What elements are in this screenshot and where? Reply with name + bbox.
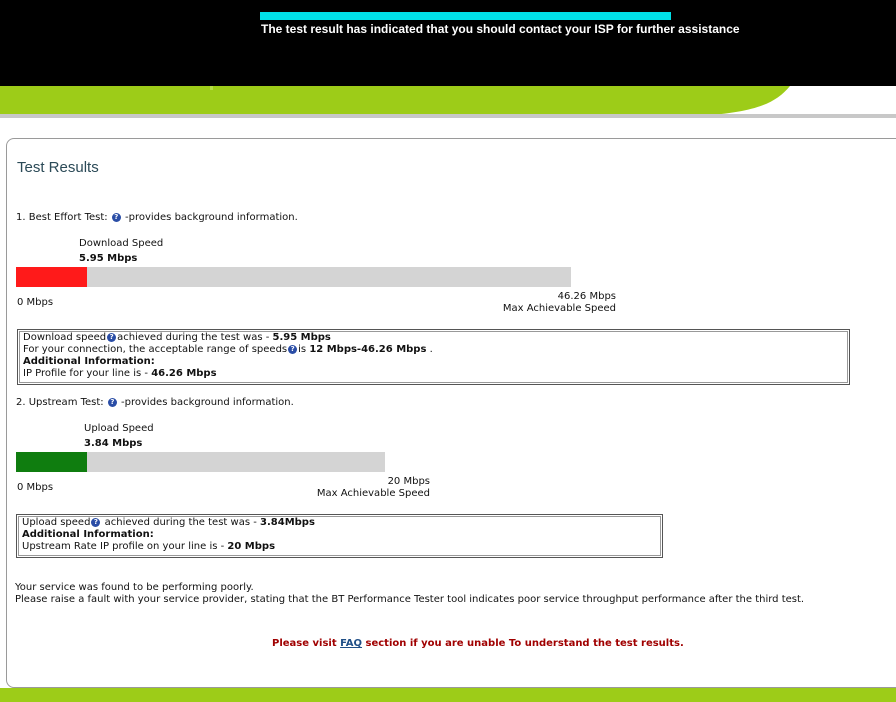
faq-prefix: Please visit — [272, 638, 341, 649]
download-achieved-value: 5.95 Mbps — [272, 332, 331, 343]
banner-message: The test result has indicated that you s… — [261, 22, 740, 36]
download-info-line2-mid: is — [298, 344, 310, 355]
upload-speed-value: 3.84 Mbps — [84, 438, 143, 449]
download-info-line1-mid: achieved during the test was - — [117, 332, 273, 343]
upload-info-line1-mid: achieved during the test was - — [101, 517, 261, 528]
download-max-label: Max Achievable Speed — [502, 303, 616, 314]
header-green-band — [0, 86, 896, 118]
download-info-line2-end: . — [426, 344, 433, 355]
download-info-line3: IP Profile for your line is - 46.26 Mbps — [23, 368, 844, 380]
summary-line2: Please raise a fault with your service p… — [15, 594, 805, 605]
ip-profile-value: 46.26 Mbps — [151, 368, 217, 379]
faq-link[interactable]: FAQ — [340, 638, 362, 649]
upload-additional-heading-text: Additional Information: — [22, 529, 154, 540]
question-circle-icon[interactable]: ? — [288, 345, 298, 354]
page-title: Test Results — [17, 159, 99, 176]
upload-max-value: 20 Mbps — [387, 476, 430, 487]
download-speed-value: 5.95 Mbps — [79, 253, 138, 264]
upload-speed-bar — [16, 452, 385, 472]
question-circle-icon[interactable]: ? — [107, 333, 117, 342]
upstream-heading-prefix: 2. Upstream Test: — [16, 397, 104, 408]
upload-info-line2-text: Upstream Rate IP profile on your line is… — [22, 541, 228, 552]
download-speed-label: Download Speed — [79, 238, 164, 249]
upload-speed-label: Upload Speed — [84, 423, 154, 434]
download-speed-bar-fill — [16, 267, 88, 287]
footer-green-band — [0, 688, 896, 702]
download-info-line1: Download speed? achieved during the test … — [23, 332, 844, 344]
faq-notice: Please visit FAQ section if you are unab… — [272, 638, 684, 649]
acceptable-range-value: 12 Mbps-46.26 Mbps — [309, 344, 427, 355]
download-info-line3-text: IP Profile for your line is - — [23, 368, 152, 379]
download-info-line2-text: For your connection, the acceptable rang… — [23, 344, 288, 355]
question-circle-icon[interactable]: ? — [91, 518, 101, 527]
download-additional-heading: Additional Information: — [23, 356, 844, 368]
question-circle-icon[interactable]: ? — [111, 213, 121, 222]
upload-info-line1: Upload speed? achieved during the test w… — [22, 517, 657, 529]
question-circle-icon[interactable]: ? — [107, 398, 117, 407]
upstream-ip-profile-value: 20 Mbps — [227, 541, 276, 552]
download-speed-bar — [16, 267, 571, 287]
upstream-heading-suffix: -provides background information. — [121, 397, 294, 408]
upload-min-label: 0 Mbps — [17, 482, 54, 493]
upstream-heading: 2. Upstream Test: ? -provides background… — [16, 397, 294, 408]
upload-info-box: Upload speed? achieved during the test w… — [16, 514, 663, 558]
upload-additional-heading: Additional Information: — [22, 529, 657, 541]
best-effort-heading: 1. Best Effort Test: ? -provides backgro… — [16, 212, 298, 223]
upload-max-label: Max Achievable Speed — [316, 488, 430, 499]
download-max-value: 46.26 Mbps — [557, 291, 616, 302]
download-min-label: 0 Mbps — [17, 297, 54, 308]
upload-speed-bar-fill — [16, 452, 87, 472]
download-additional-heading-text: Additional Information: — [23, 356, 155, 367]
upload-info-line2: Upstream Rate IP profile on your line is… — [22, 541, 657, 553]
download-info-line1-text: Download speed — [23, 332, 107, 343]
summary-line1: Your service was found to be performing … — [15, 582, 254, 593]
best-effort-heading-suffix: -provides background information. — [125, 212, 298, 223]
upload-achieved-value: 3.84Mbps — [260, 517, 315, 528]
best-effort-heading-prefix: 1. Best Effort Test: — [16, 212, 108, 223]
download-info-line2: For your connection, the acceptable rang… — [23, 344, 844, 356]
alert-bar — [260, 12, 671, 20]
upload-info-line1-text: Upload speed — [22, 517, 91, 528]
download-info-box: Download speed? achieved during the test … — [17, 329, 850, 385]
faq-suffix: section if you are unable To understand … — [362, 638, 684, 649]
